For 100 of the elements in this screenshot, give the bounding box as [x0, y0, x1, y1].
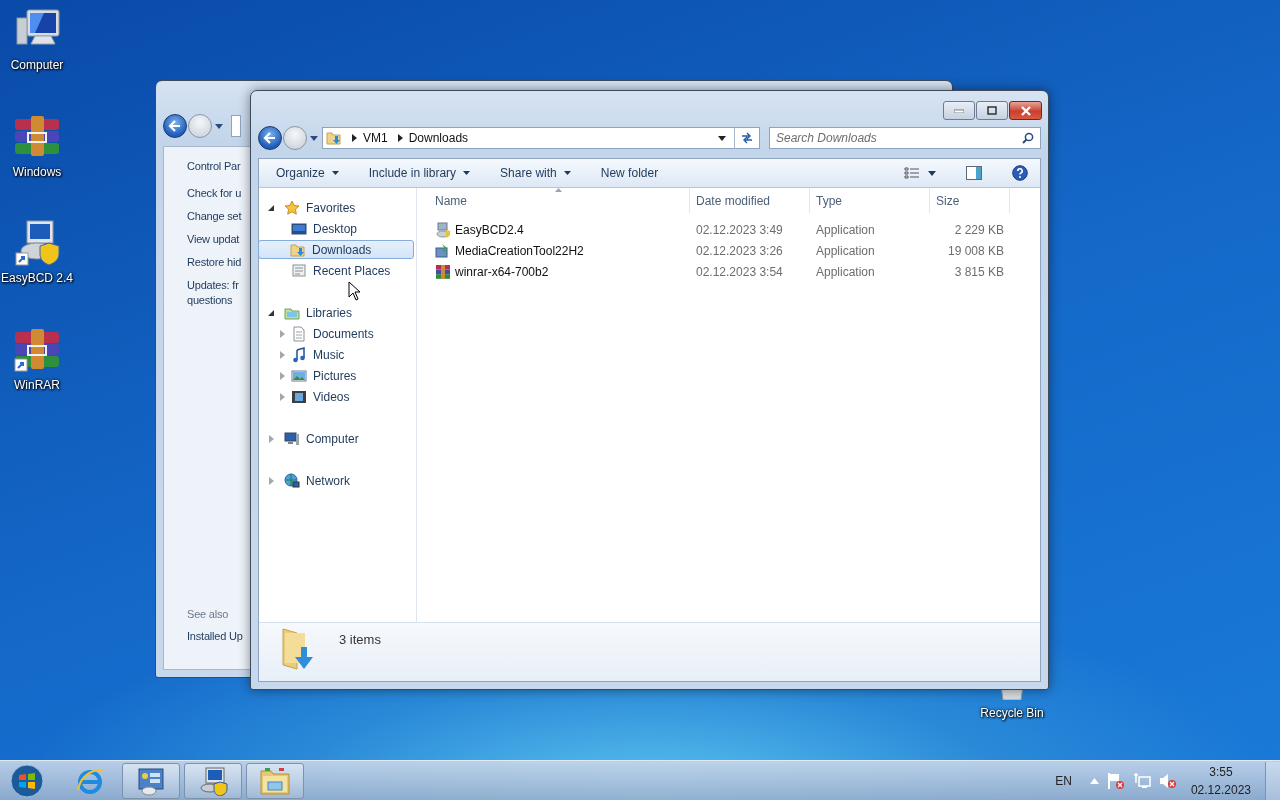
- nav-item[interactable]: Documents: [288, 324, 414, 343]
- minimize-button[interactable]: [943, 101, 975, 120]
- refresh-icon[interactable]: [740, 132, 754, 144]
- document-icon: [291, 325, 307, 342]
- address-bar[interactable]: [231, 115, 241, 137]
- column-header[interactable]: Name: [417, 188, 690, 213]
- nav-item[interactable]: Favorites: [281, 198, 414, 217]
- item-count: 3 items: [339, 632, 381, 647]
- nav-item[interactable]: Recent Places: [288, 261, 414, 280]
- help-icon[interactable]: [1012, 165, 1028, 181]
- computer-icon: [284, 430, 300, 447]
- nav-item[interactable]: Libraries: [281, 303, 414, 322]
- music-note-icon: [291, 346, 307, 363]
- speaker-muted-icon[interactable]: [1158, 771, 1177, 790]
- mouse-cursor-icon: [348, 281, 361, 301]
- search-icon[interactable]: [1022, 132, 1034, 144]
- nav-item[interactable]: Videos: [288, 387, 414, 406]
- desktop-icon-label[interactable]: Recycle Bin: [980, 706, 1044, 720]
- task-link[interactable]: Updates: fr questions: [187, 278, 239, 308]
- table-cell-text: 02.12.2023 3:26: [695, 243, 784, 258]
- maximize-button[interactable]: [976, 101, 1008, 120]
- folder-icon[interactable]: [259, 765, 291, 796]
- start-button[interactable]: [9, 762, 45, 799]
- arrow-left-icon[interactable]: [263, 131, 277, 145]
- picture-icon: [291, 367, 307, 384]
- clock-time: 3:55: [1209, 764, 1233, 779]
- file-name[interactable]: winrar-x64-700b2: [417, 263, 690, 280]
- task-link[interactable]: View updat: [187, 232, 240, 247]
- close-button[interactable]: [1009, 101, 1042, 120]
- archive-icon[interactable]: [13, 326, 61, 374]
- installer-icon: [435, 221, 451, 238]
- file-name[interactable]: EasyBCD2.4: [417, 221, 690, 238]
- installer-shortcut-icon[interactable]: [13, 219, 61, 267]
- dropdown-caret-icon[interactable]: [928, 170, 936, 176]
- language-indicator[interactable]: EN: [1055, 773, 1072, 788]
- preview-pane-icon[interactable]: [966, 166, 982, 180]
- address-bar[interactable]: VM1 Downloads: [322, 127, 760, 149]
- film-icon: [291, 388, 307, 405]
- breadcrumb-item[interactable]: VM1: [363, 131, 388, 145]
- back-button[interactable]: [163, 114, 187, 138]
- star-icon: [284, 199, 300, 216]
- folder-download-icon: [326, 130, 342, 146]
- table-cell-text: 2 229 KB: [953, 222, 1005, 237]
- toolbar-button[interactable]: Include in library: [368, 166, 471, 180]
- clock[interactable]: 3:55 02.12.2023: [1190, 764, 1251, 797]
- dropdown-caret-icon[interactable]: [718, 135, 726, 141]
- task-link[interactable]: Change set: [187, 209, 242, 224]
- column-header[interactable]: Size: [930, 188, 1010, 213]
- caret-icon[interactable]: [463, 171, 471, 175]
- table-cell-text: 19 008 KB: [946, 243, 1005, 258]
- taskbar-button[interactable]: [184, 762, 242, 799]
- table-cell-text: Application: [815, 264, 876, 279]
- nav-item[interactable]: Pictures: [288, 366, 414, 385]
- panel-heading[interactable]: Control Par: [187, 160, 241, 172]
- table-cell-text: Application: [815, 243, 876, 258]
- sort-arrow-icon: [555, 188, 562, 192]
- history-caret-icon[interactable]: [310, 135, 318, 141]
- caret-icon[interactable]: [563, 171, 571, 175]
- back-button[interactable]: [258, 126, 282, 150]
- desktop-icon-label[interactable]: Windows: [12, 165, 62, 179]
- file-name[interactable]: MediaCreationTool22H2: [417, 242, 690, 259]
- nav-item[interactable]: Downloads: [258, 240, 414, 259]
- maximize-icon[interactable]: [987, 106, 997, 115]
- taskbar-button[interactable]: [122, 762, 180, 799]
- column-header[interactable]: Date modified: [690, 188, 810, 213]
- toolbar-button[interactable]: Share with: [500, 166, 571, 180]
- breadcrumb-arrow-icon[interactable]: [352, 134, 357, 142]
- search-field[interactable]: Search Downloads: [769, 127, 1041, 149]
- nav-item[interactable]: Music: [288, 345, 414, 364]
- column-header[interactable]: Type: [810, 188, 930, 213]
- table-cell-text: 02.12.2023 3:54: [695, 264, 784, 279]
- control-panel-icon[interactable]: [136, 765, 166, 796]
- desktop-icon: [291, 220, 307, 237]
- toolbar-button[interactable]: New folder: [600, 166, 659, 180]
- installer-icon[interactable]: [198, 765, 228, 796]
- archive-icon: [435, 263, 451, 280]
- toolbar-button[interactable]: Organize: [276, 166, 339, 180]
- history-caret-icon[interactable]: [215, 123, 223, 129]
- installed-updates-link[interactable]: Installed Up: [187, 629, 243, 644]
- arrow-left-icon[interactable]: [168, 119, 182, 133]
- caret-icon[interactable]: [331, 171, 339, 175]
- nav-item[interactable]: Network: [281, 471, 414, 490]
- breadcrumb-arrow-icon[interactable]: [397, 134, 403, 142]
- table-cell-text: Application: [815, 222, 876, 237]
- clock-date: 02.12.2023: [1190, 782, 1251, 797]
- breadcrumb-item[interactable]: Downloads: [408, 131, 469, 145]
- network-icon: [284, 472, 300, 489]
- folder-download-icon: [290, 241, 306, 258]
- minimize-icon[interactable]: [954, 108, 964, 113]
- task-link[interactable]: Check for u: [187, 186, 242, 201]
- desktop-icon-label[interactable]: EasyBCD 2.4: [1, 271, 73, 285]
- close-icon[interactable]: [1019, 105, 1032, 116]
- view-options-icon[interactable]: [904, 167, 920, 179]
- nav-item[interactable]: Desktop: [288, 219, 414, 238]
- action-center-flag-icon[interactable]: [1106, 771, 1125, 790]
- task-link[interactable]: Restore hid: [187, 255, 242, 270]
- table-cell-text: 3 815 KB: [953, 264, 1005, 279]
- nav-item[interactable]: Computer: [281, 429, 414, 448]
- desktop-icon-label[interactable]: Computer: [10, 58, 64, 72]
- desktop-icon-label[interactable]: WinRAR: [14, 378, 60, 392]
